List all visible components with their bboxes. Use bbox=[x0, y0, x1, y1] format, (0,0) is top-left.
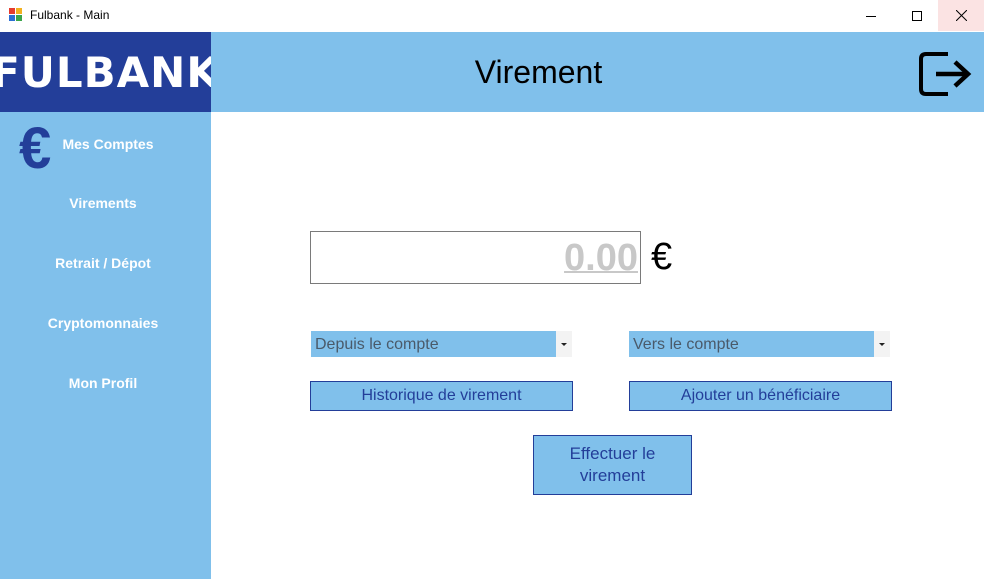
header-bar: Virement bbox=[211, 32, 984, 112]
dropdown-button[interactable] bbox=[556, 331, 572, 357]
maximize-icon bbox=[912, 10, 922, 21]
dropdown-button[interactable] bbox=[874, 331, 890, 357]
minimize-icon bbox=[866, 15, 876, 17]
sidebar-item-mon-profil[interactable]: Mon Profil bbox=[0, 375, 206, 391]
confirm-label-line2: virement bbox=[579, 466, 646, 485]
close-button[interactable] bbox=[938, 0, 984, 31]
brand-logo: FULBANK bbox=[0, 47, 220, 97]
close-icon bbox=[955, 10, 967, 21]
amount-value: 0.00 bbox=[564, 237, 638, 279]
add-beneficiary-button[interactable]: Ajouter un bénéficiaire bbox=[629, 381, 892, 411]
to-account-select[interactable]: Vers le compte bbox=[629, 331, 890, 357]
transfer-history-button[interactable]: Historique de virement bbox=[310, 381, 573, 411]
app-window: Fulbank - Main FULBANK Virement € Mes Co… bbox=[0, 0, 984, 579]
page-title: Virement bbox=[474, 54, 603, 90]
window-title: Fulbank - Main bbox=[30, 8, 110, 22]
sidebar: € Mes Comptes Virements Retrait / Dépot … bbox=[0, 112, 211, 579]
maximize-button[interactable] bbox=[894, 0, 940, 31]
sidebar-item-mes-comptes[interactable]: Mes Comptes bbox=[5, 136, 211, 152]
sidebar-item-virements[interactable]: Virements bbox=[0, 195, 206, 211]
to-account-value: Vers le compte bbox=[633, 336, 739, 353]
chevron-down-icon bbox=[879, 342, 885, 346]
from-account-value: Depuis le compte bbox=[315, 336, 439, 353]
amount-input[interactable]: 0.00 bbox=[310, 231, 641, 284]
sidebar-item-retrait-depot[interactable]: Retrait / Dépot bbox=[0, 255, 206, 271]
chevron-down-icon bbox=[561, 342, 567, 346]
logout-button[interactable] bbox=[918, 50, 974, 98]
from-account-select[interactable]: Depuis le compte bbox=[311, 331, 572, 357]
confirm-label-line1: Effectuer le bbox=[569, 444, 656, 463]
logout-icon bbox=[919, 52, 972, 96]
currency-symbol: € bbox=[651, 236, 673, 278]
app-icon bbox=[9, 8, 23, 22]
logo-panel: FULBANK bbox=[0, 32, 219, 112]
minimize-button[interactable] bbox=[848, 0, 894, 31]
confirm-transfer-button[interactable]: Effectuer le virement bbox=[533, 435, 692, 495]
title-bar: Fulbank - Main bbox=[0, 0, 984, 31]
sidebar-item-cryptomonnaies[interactable]: Cryptomonnaies bbox=[0, 315, 206, 331]
